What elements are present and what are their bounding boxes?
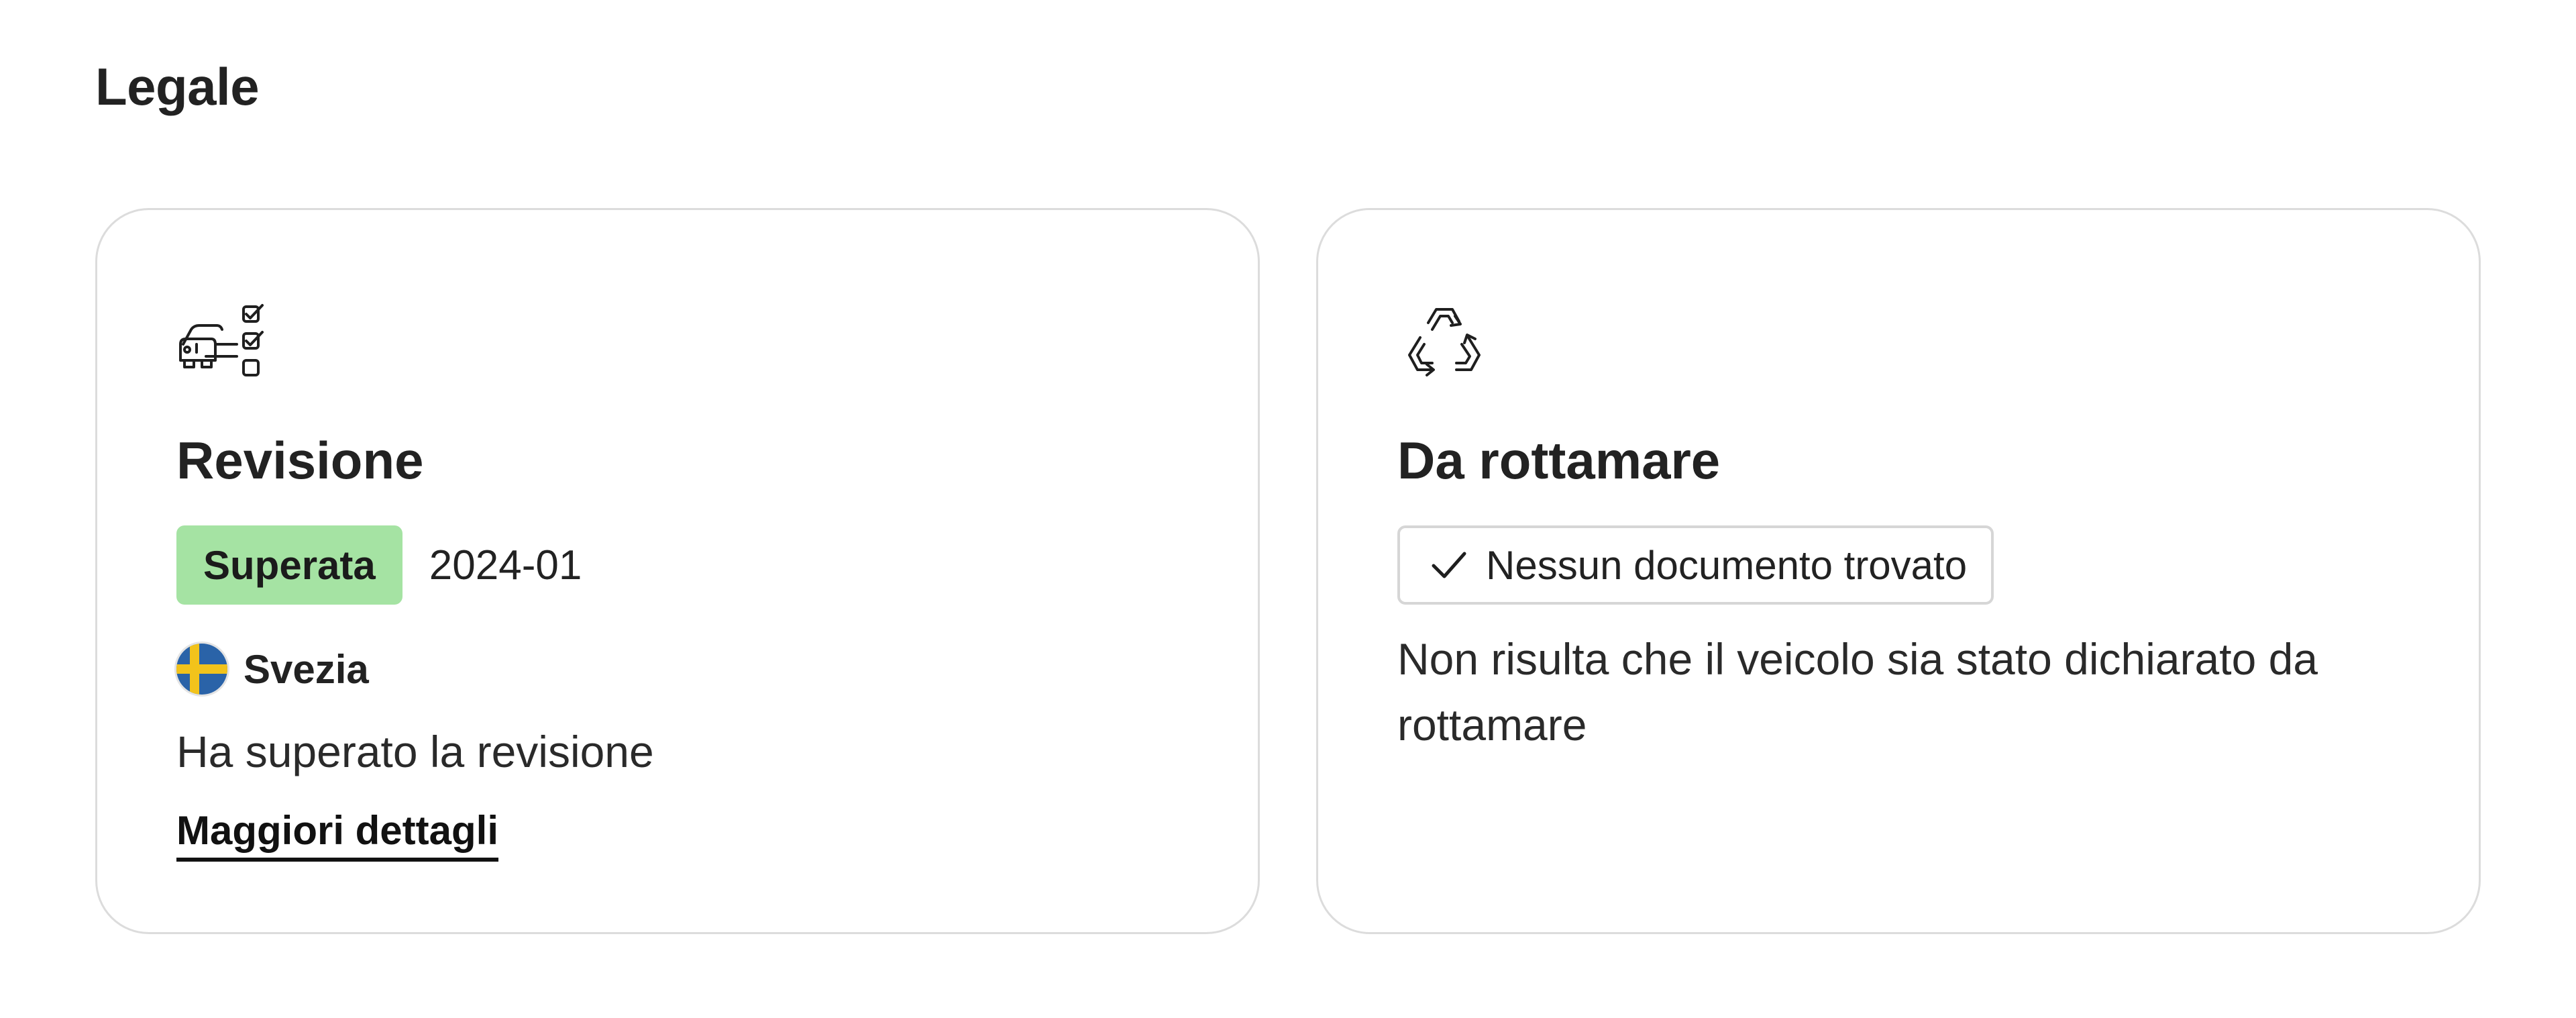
section-title: Legale [95, 57, 260, 116]
more-details-link[interactable]: Maggiori dettagli [176, 807, 498, 862]
inspection-title: Revisione [176, 431, 424, 490]
no-documents-label: Nessun documento trovato [1486, 542, 1968, 588]
inspection-status-row: Superata 2024-01 [176, 525, 582, 605]
scrap-description: Non risulta che il veicolo sia stato dic… [1397, 634, 2318, 750]
no-documents-chip: Nessun documento trovato [1397, 525, 1994, 605]
recycle-icon [1408, 308, 1481, 376]
inspection-date: 2024-01 [429, 542, 582, 589]
inspection-card: Revisione Superata 2024-01 Svezia Ha sup… [95, 208, 1260, 934]
sweden-flag-icon [176, 644, 227, 695]
status-badge: Superata [176, 525, 402, 605]
country-row: Svezia [176, 644, 369, 695]
inspection-description: Ha superato la revisione [176, 727, 654, 776]
scrap-card: Da rottamare Nessun documento trovato No… [1316, 208, 2481, 934]
country-name: Svezia [244, 646, 369, 692]
inspection-checklist-icon [179, 304, 264, 376]
check-icon [1432, 552, 1466, 578]
scrap-title: Da rottamare [1397, 431, 1721, 490]
